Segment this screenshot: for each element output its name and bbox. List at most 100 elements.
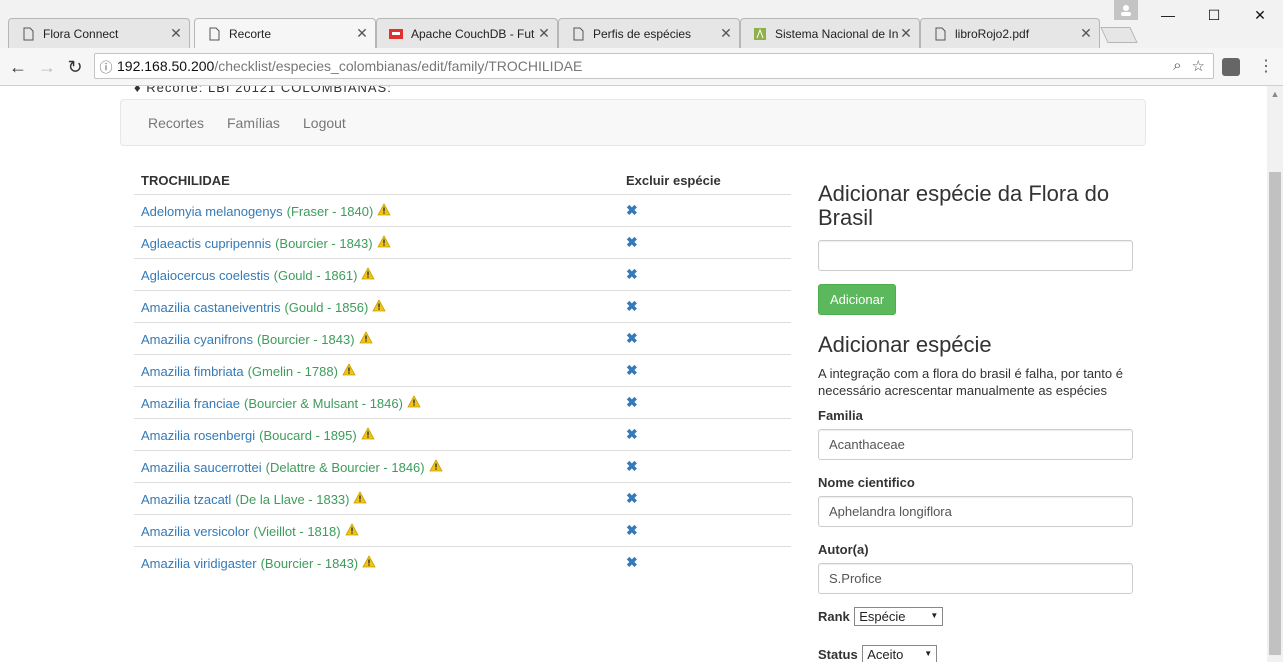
species-link[interactable]: Amazilia cyanifrons (Bourcier - 1843) <box>141 331 373 347</box>
tab-couchdb[interactable]: Apache CouchDB - Fut ✕ <box>376 18 558 48</box>
tab-title: libroRojo2.pdf <box>955 26 1030 41</box>
sciname-field[interactable]: Aphelandra longiflora <box>818 496 1133 527</box>
recorte-header: ♦ Recorte: LBI 20121 COLOMBIANAS: <box>134 86 392 95</box>
species-author: (Bourcier - 1843) <box>275 235 373 251</box>
table-row: Amazilia saucerrottei (Delattre & Bourcie… <box>134 451 791 483</box>
profile-icon[interactable] <box>1114 0 1138 20</box>
close-tab-icon[interactable]: ✕ <box>355 25 369 42</box>
close-tab-icon[interactable]: ✕ <box>169 25 183 42</box>
menu-icon[interactable]: ⋮ <box>1258 56 1274 78</box>
address-bar[interactable]: ⓘ 192.168.50.200/checklist/especies_colo… <box>94 53 1214 79</box>
species-name: Aglaiocercus coelestis <box>141 267 270 283</box>
species-link[interactable]: Amazilia rosenbergi (Boucard - 1895) <box>141 427 375 443</box>
table-row: Amazilia rosenbergi (Boucard - 1895) ✖ <box>134 419 791 451</box>
species-author: (Bourcier & Mulsant - 1846) <box>244 395 403 411</box>
delete-species-icon[interactable]: ✖ <box>626 362 638 379</box>
species-link[interactable]: Amazilia versicolor (Vieillot - 1818) <box>141 523 359 539</box>
family-label: Familia <box>818 408 863 423</box>
species-link[interactable]: Aglaeactis cupripennis (Bourcier - 1843) <box>141 235 391 251</box>
close-tab-icon[interactable]: ✕ <box>537 25 551 42</box>
species-link[interactable]: Amazilia saucerrottei (Delattre & Bourcie… <box>141 459 443 475</box>
delete-species-icon[interactable]: ✖ <box>626 298 638 315</box>
tab-title: Apache CouchDB - Fut <box>411 26 535 41</box>
delete-species-icon[interactable]: ✖ <box>626 426 638 443</box>
delete-species-icon[interactable]: ✖ <box>626 458 638 475</box>
flora-search-input[interactable] <box>818 240 1133 271</box>
warning-icon <box>361 267 376 283</box>
warning-icon <box>362 555 376 571</box>
table-row: Amazilia versicolor (Vieillot - 1818) ✖ <box>134 515 791 547</box>
species-link[interactable]: Adelomyia melanogenys (Fraser - 1840) <box>141 203 392 219</box>
rank-select-value: Espécie <box>859 609 906 624</box>
close-tab-icon[interactable]: ✕ <box>1079 25 1093 42</box>
delete-species-icon[interactable]: ✖ <box>626 490 638 507</box>
tab-sistema-nacional[interactable]: Sistema Nacional de In ✕ <box>740 18 920 48</box>
close-window-icon[interactable]: ✕ <box>1237 0 1283 30</box>
tab-title: Recorte <box>229 26 272 41</box>
minimize-icon[interactable]: — <box>1145 0 1191 30</box>
rank-select[interactable]: Espécie ▼ <box>854 607 944 626</box>
tab-flora-connect[interactable]: Flora Connect ✕ <box>8 18 190 48</box>
browser-chrome: Flora Connect ✕ Recorte ✕ Apache CouchDB… <box>0 0 1283 86</box>
species-name: Amazilia saucerrottei <box>141 459 262 475</box>
delete-species-icon[interactable]: ✖ <box>626 266 638 283</box>
author-label: Autor(a) <box>818 542 869 557</box>
species-link[interactable]: Amazilia fimbriata (Gmelin - 1788) <box>141 363 356 379</box>
page-icon <box>571 27 585 41</box>
delete-species-icon[interactable]: ✖ <box>626 202 638 219</box>
species-link[interactable]: Amazilia viridigaster (Bourcier - 1843) <box>141 555 376 571</box>
species-link[interactable]: Aglaiocercus coelestis (Gould - 1861) <box>141 267 376 283</box>
species-author: (De la Llave - 1833) <box>235 491 350 507</box>
family-field[interactable]: Acanthaceae <box>818 429 1133 460</box>
close-tab-icon[interactable]: ✕ <box>899 25 913 42</box>
leaf-icon <box>753 27 767 41</box>
species-link[interactable]: Amazilia franciae (Bourcier & Mulsant - 1… <box>141 395 421 411</box>
species-link[interactable]: Amazilia castaneiventris (Gould - 1856) <box>141 299 386 315</box>
url-host: 192.168.50.200 <box>117 58 215 74</box>
warning-icon <box>344 523 359 539</box>
table-row: Amazilia cyanifrons (Bourcier - 1843) ✖ <box>134 323 791 355</box>
species-name: Adelomyia melanogenys <box>141 203 283 219</box>
scroll-up-icon[interactable]: ▲ <box>1267 86 1283 102</box>
species-link[interactable]: Amazilia tzacatl (De la Llave - 1833) <box>141 491 368 507</box>
delete-species-icon[interactable]: ✖ <box>626 394 638 411</box>
scrollbar-thumb[interactable] <box>1269 172 1281 655</box>
nav-recortes[interactable]: Recortes <box>148 115 204 131</box>
species-author: (Bourcier - 1843) <box>257 331 355 347</box>
extension-icon[interactable] <box>1222 58 1240 76</box>
author-field[interactable]: S.Profice <box>818 563 1133 594</box>
delete-species-icon[interactable]: ✖ <box>626 522 638 539</box>
info-icon[interactable]: ⓘ <box>95 57 117 76</box>
page-icon <box>207 27 221 41</box>
vertical-scrollbar[interactable]: ▲ <box>1267 86 1283 662</box>
chevron-down-icon: ▼ <box>924 649 933 658</box>
tab-librorojo[interactable]: libroRojo2.pdf ✕ <box>920 18 1100 48</box>
delete-species-icon[interactable]: ✖ <box>626 234 638 251</box>
maximize-icon[interactable]: ☐ <box>1191 0 1237 30</box>
reload-icon[interactable]: ↻ <box>64 56 86 78</box>
status-select[interactable]: Aceito ▼ <box>862 645 938 662</box>
tab-perfis[interactable]: Perfis de espécies ✕ <box>558 18 740 48</box>
close-tab-icon[interactable]: ✕ <box>719 25 733 42</box>
table-row: Amazilia tzacatl (De la Llave - 1833) ✖ <box>134 483 791 515</box>
nav-logout[interactable]: Logout <box>303 115 346 131</box>
delete-species-icon[interactable]: ✖ <box>626 330 638 347</box>
status-select-value: Aceito <box>867 647 904 662</box>
species-table: TROCHILIDAE Excluir espécie Adelomyia me… <box>134 164 791 579</box>
warning-icon <box>377 203 392 219</box>
warning-icon <box>361 427 375 443</box>
tab-recorte[interactable]: Recorte ✕ <box>194 18 376 48</box>
nav-familias[interactable]: Famílias <box>227 115 280 131</box>
species-name: Amazilia tzacatl <box>141 491 232 507</box>
forward-icon[interactable]: → <box>36 56 58 78</box>
zoom-icon[interactable]: ⌕ <box>1173 57 1181 75</box>
couchdb-icon <box>389 27 403 41</box>
add-species-panel: Adicionar espécie da Flora do Brasil Adi… <box>818 182 1133 662</box>
delete-species-icon[interactable]: ✖ <box>626 554 638 571</box>
add-flora-button[interactable]: Adicionar <box>818 284 897 315</box>
table-row: Amazilia viridigaster (Bourcier - 1843) ✖ <box>134 547 791 579</box>
species-name: Amazilia viridigaster <box>141 555 257 571</box>
back-icon[interactable]: ← <box>7 56 29 78</box>
species-author: (Fraser - 1840) <box>286 203 374 219</box>
bookmark-star-icon[interactable]: ☆ <box>1192 57 1205 75</box>
